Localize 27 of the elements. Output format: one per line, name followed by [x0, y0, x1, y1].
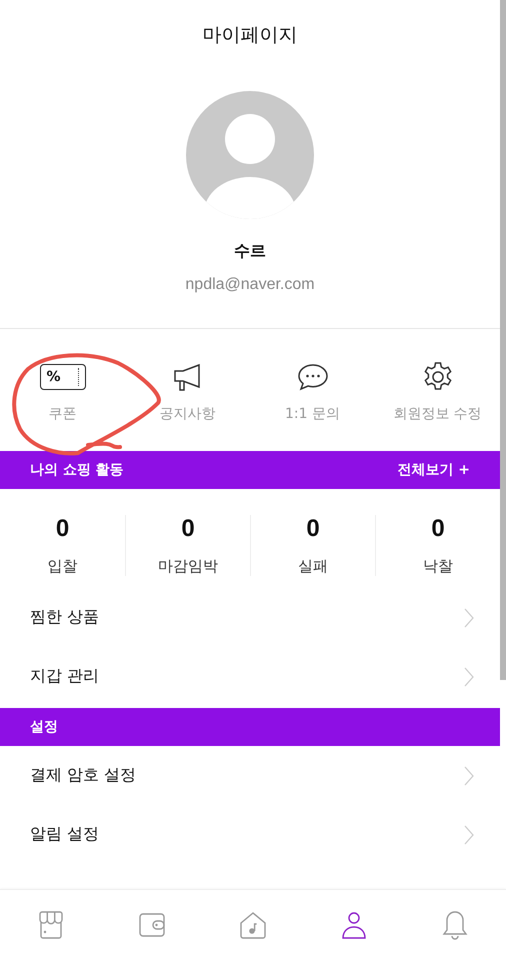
section-title: 나의 쇼핑 활동	[30, 461, 124, 479]
section-title: 설정	[30, 718, 58, 736]
chevron-icon	[464, 766, 474, 786]
stat-label: 낙찰	[423, 557, 453, 576]
avatar-icon	[186, 91, 314, 219]
stat-count: 0	[431, 515, 445, 543]
stat-label: 실패	[298, 557, 328, 576]
menu-item[interactable]: 찜한 상품	[0, 588, 500, 647]
menu-item[interactable]: 알림 설정	[0, 805, 500, 864]
menu-item[interactable]: 결제 암호 설정	[0, 746, 500, 805]
stat-count: 0	[181, 515, 195, 543]
settings-icon[interactable]	[422, 361, 454, 393]
view-all-link[interactable]: 전체보기 +	[397, 461, 470, 479]
chevron-icon	[464, 608, 474, 628]
stat-count: 0	[56, 515, 70, 543]
user-name: 수르	[234, 241, 266, 262]
user-email: npdla@naver.com	[185, 276, 315, 294]
house-icon[interactable]	[238, 910, 268, 940]
menu-item[interactable]: 지갑 관리	[0, 647, 500, 706]
chat-bubble-icon[interactable]	[296, 363, 328, 391]
page-title: 마이페이지	[202, 23, 298, 48]
stat-label: 마감임박	[158, 557, 218, 576]
stat-count: 0	[306, 515, 320, 543]
chevron-icon	[464, 666, 474, 686]
chevron-icon	[464, 824, 474, 844]
coupon-icon[interactable]: %	[40, 364, 86, 390]
stat-label: 입찰	[48, 557, 78, 576]
